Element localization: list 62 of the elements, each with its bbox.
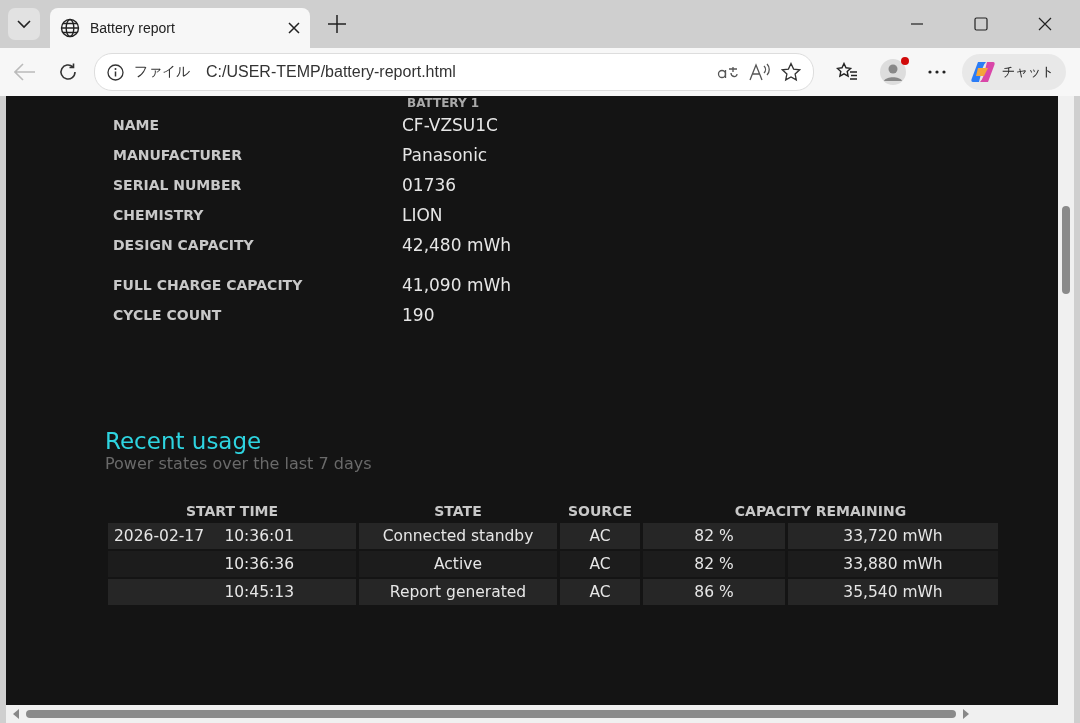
field-value: 41,090 mWh [402,275,512,295]
table-cell: Report generated [359,579,557,605]
translate-icon[interactable] [717,64,739,80]
table-cell: AC [560,579,640,605]
file-label: ファイル [134,63,190,81]
browser-tab[interactable]: Battery report [50,8,310,48]
table-cell: AC [560,551,640,577]
tab-title: Battery report [90,20,176,36]
copilot-icon [970,60,996,84]
field-label: SERIAL NUMBER [113,177,243,193]
field-value: Panasonic [402,145,488,165]
table-cell: 33,720 mWh [788,523,998,549]
column-header: SOURCE [567,502,633,521]
globe-icon [60,18,80,38]
table-cell: 33,880 mWh [788,551,998,577]
chat-button[interactable]: チャット [962,54,1066,90]
time-text: 10:45:13 [224,583,294,601]
field-label: CHEMISTRY [113,207,205,223]
field-value: 01736 [402,175,457,195]
table-cell: AC [560,523,640,549]
scroll-left-icon[interactable] [12,709,20,719]
date-text: 2026-02-17 [114,527,205,545]
more-icon[interactable] [928,70,946,74]
maximize-icon[interactable] [974,17,988,31]
address-bar[interactable]: ファイル C:/USER-TEMP/battery-report.html [94,53,814,91]
table-cell: 82 % [643,551,785,577]
field-value: LION [402,205,443,225]
favorites-icon[interactable] [836,62,858,82]
url-text: C:/USER-TEMP/battery-report.html [206,63,456,81]
time-text: 10:36:36 [224,555,294,573]
table-cell: 35,540 mWh [788,579,998,605]
field-label: FULL CHARGE CAPACITY [113,277,304,293]
battery-heading: BATTERY 1 [407,96,481,110]
field-value: 42,480 mWh [402,235,512,255]
column-header: CAPACITY REMAINING [733,502,908,521]
field-value: 190 [402,305,435,325]
vertical-scrollbar[interactable] [1058,96,1074,705]
table-cell: Active [359,551,557,577]
field-label: DESIGN CAPACITY [113,237,255,253]
field-label: NAME [113,117,161,133]
info-icon [107,63,124,81]
chevron-down-icon [17,19,31,29]
scroll-right-icon[interactable] [962,709,970,719]
table-cell: 82 % [643,523,785,549]
column-header: STATE [433,502,483,521]
close-icon[interactable] [288,22,300,34]
field-label: MANUFACTURER [113,147,243,163]
star-icon[interactable] [781,62,801,82]
refresh-icon[interactable] [58,62,78,82]
time-text: 10:36:01 [224,527,294,545]
table-cell: 86 % [643,579,785,605]
section-subtitle: Power states over the last 7 days [105,454,373,473]
new-tab-icon[interactable] [328,15,346,33]
tab-list-button[interactable] [8,8,40,40]
read-aloud-icon[interactable] [749,63,771,81]
column-header: START TIME [184,502,280,521]
close-icon[interactable] [1038,17,1052,31]
field-value: CF-VZSU1C [402,115,498,135]
table-cell: Connected standby [359,523,557,549]
section-title: Recent usage [105,428,263,454]
profile-avatar[interactable] [880,59,906,85]
field-label: CYCLE COUNT [113,307,223,323]
